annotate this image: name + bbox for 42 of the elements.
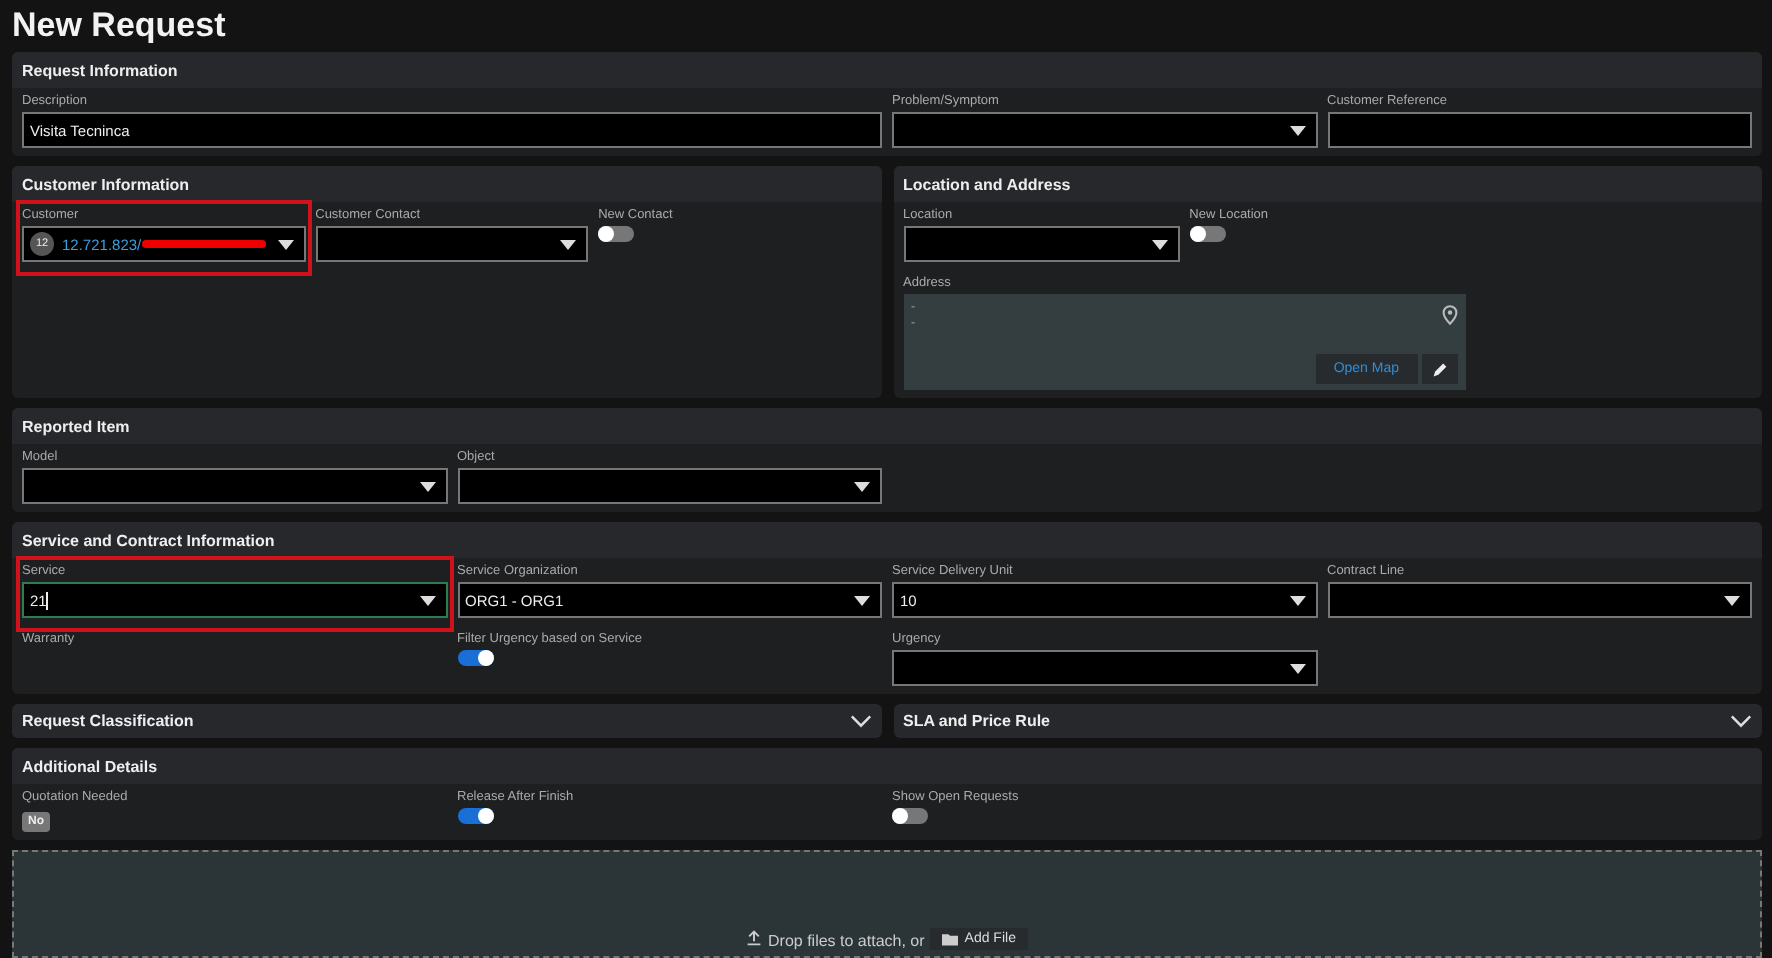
input-field[interactable]	[1327, 112, 1752, 148]
section-title: Additional Details	[22, 758, 158, 776]
dropdown-field[interactable]	[22, 468, 447, 504]
section-title: Location and Address	[903, 176, 1071, 194]
caret-icon	[854, 481, 870, 491]
caret-icon	[1151, 239, 1168, 249]
toggle-switch[interactable]	[457, 650, 493, 666]
toggle-switch[interactable]	[892, 808, 928, 824]
section-title: Reported Item	[22, 418, 130, 436]
page-title: New Request	[12, 6, 228, 46]
caret-icon	[1289, 595, 1305, 605]
dropdown-field[interactable]	[315, 226, 589, 262]
caret-icon	[560, 239, 577, 249]
toggle-switch[interactable]	[598, 226, 635, 242]
dropdown-field[interactable]	[892, 650, 1317, 686]
dropdown-field[interactable]	[1327, 582, 1752, 618]
dropdown-field[interactable]	[892, 112, 1317, 148]
map-pin-icon	[1441, 304, 1457, 326]
caret-icon	[419, 595, 435, 605]
dropdown-field[interactable]	[903, 226, 1180, 262]
caret-icon	[277, 239, 294, 249]
caret-icon	[1289, 125, 1305, 135]
section-title: Request Information	[22, 62, 178, 80]
upload-icon	[746, 930, 763, 946]
text-cursor	[46, 591, 49, 609]
caret-icon	[1289, 663, 1305, 673]
pencil-icon	[1431, 361, 1447, 377]
toggle-switch[interactable]	[1189, 226, 1226, 242]
section-title: Service and Contract Information	[22, 532, 275, 550]
dropdown-field[interactable]	[457, 468, 882, 504]
caret-icon	[854, 595, 870, 605]
folder-icon	[942, 932, 959, 946]
section-title: Customer Information	[22, 176, 190, 194]
collapsible-section-header[interactable]: SLA and Price Rule	[893, 704, 1762, 738]
caret-icon	[419, 481, 435, 491]
collapsible-section-header[interactable]: Request Classification	[12, 704, 881, 738]
drop-hint: Drop files to attach, or	[768, 932, 925, 950]
section-title: Request Classification	[22, 712, 194, 730]
edit-button[interactable]	[1421, 354, 1457, 384]
section-title: SLA and Price Rule	[903, 712, 1050, 730]
caret-icon	[1724, 595, 1740, 605]
toggle-switch[interactable]	[457, 808, 493, 824]
